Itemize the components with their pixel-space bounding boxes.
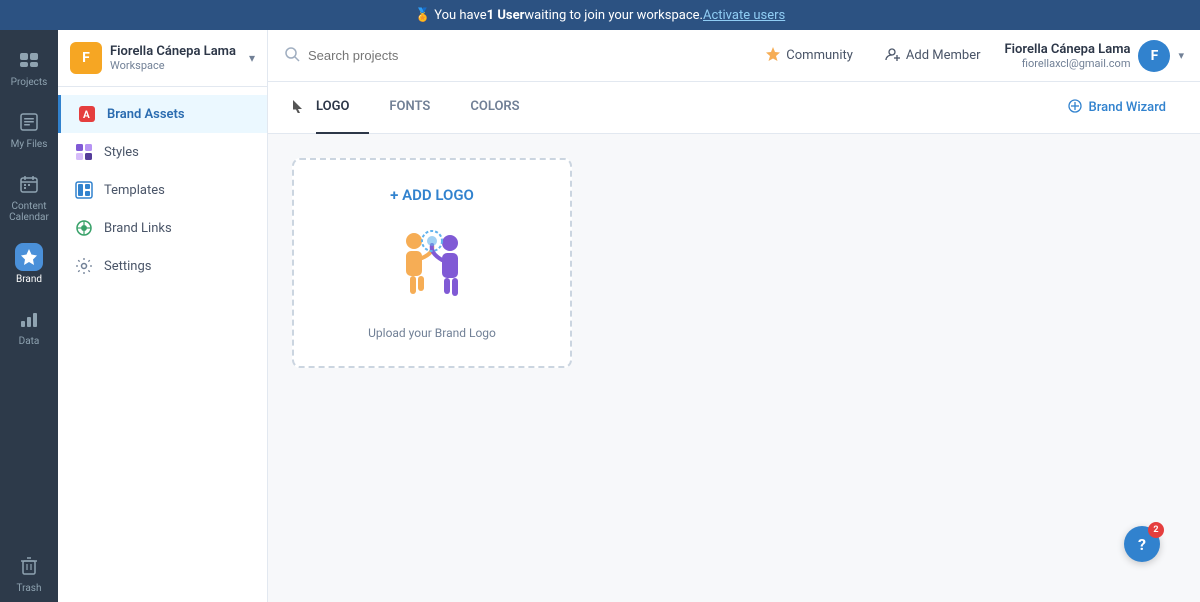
sidebar-item-my-brand[interactable]: Brand [4,235,54,293]
my-files-label: My Files [11,139,48,150]
user-info: Fiorella Cánepa Lama fiorellaxcl@gmail.c… [1005,42,1131,70]
sidebar-item-brand-links[interactable]: Brand Links [58,209,267,247]
svg-text:A: A [83,110,90,121]
top-header: Community Add Member Fi [268,30,1200,82]
settings-icon [74,256,94,276]
cursor-icon [292,99,304,117]
add-member-icon [885,46,901,66]
upload-text: Upload your Brand Logo [368,326,496,340]
header-actions: Community Add Member Fi [757,40,1184,72]
logo-upload-card[interactable]: + ADD LOGO [292,158,572,368]
user-email: fiorellaxcl@gmail.com [1005,57,1131,70]
add-member-button[interactable]: Add Member [877,41,989,71]
sidebar-item-trash[interactable]: Trash [4,544,54,602]
workspace-chevron-icon: ▾ [249,51,255,65]
templates-label: Templates [104,183,165,198]
workspace-sub: Workspace [110,59,241,72]
styles-icon [74,142,94,162]
secondary-sidebar: F Fiorella Cánepa Lama Workspace ▾ A Bra… [58,30,268,602]
search-container [284,46,745,66]
add-logo-label: + ADD LOGO [390,186,474,204]
notification-bar: 🏅 You have 1 User waiting to join your w… [0,0,1200,30]
search-icon [284,46,300,66]
brand-wizard-icon [1067,98,1083,118]
sidebar-item-styles[interactable]: Styles [58,133,267,171]
my-files-icon [15,108,43,136]
user-profile[interactable]: Fiorella Cánepa Lama fiorellaxcl@gmail.c… [1005,40,1184,72]
content-header: LOGO FONTS COLORS Brand Wizard [268,82,1200,134]
help-button-wrap: ? 2 [1144,546,1180,582]
notification-highlight: 1 User [487,8,525,23]
notification-text-after: waiting to join your workspace. [524,8,703,23]
brand-logo-illustration [382,220,482,310]
search-input[interactable] [308,48,558,63]
community-label: Community [786,48,853,63]
my-brand-label: Brand [16,274,42,285]
brand-assets-icon: A [77,104,97,124]
styles-label: Styles [104,145,139,160]
main-content: Community Add Member Fi [268,30,1200,602]
sidebar-item-content-calendar[interactable]: Content Calendar [4,162,54,231]
content-calendar-icon [15,170,43,198]
brand-links-icon [74,218,94,238]
help-badge: 2 [1148,522,1164,538]
workspace-header[interactable]: F Fiorella Cánepa Lama Workspace ▾ [58,30,267,87]
tabs: LOGO FONTS COLORS [316,82,1057,134]
community-icon [765,46,781,66]
settings-label: Settings [104,259,151,274]
sidebar-item-data[interactable]: Data [4,297,54,355]
trash-label: Trash [17,583,42,594]
sidebar-item-my-files[interactable]: My Files [4,100,54,158]
add-member-label: Add Member [906,48,981,63]
tab-colors[interactable]: COLORS [450,82,539,134]
templates-icon [74,180,94,200]
content-area: + ADD LOGO [268,134,1200,602]
notification-text: 🏅 You have [415,8,487,23]
user-name: Fiorella Cánepa Lama [1005,42,1131,57]
brand-wizard-label: Brand Wizard [1089,100,1166,115]
user-avatar: F [1138,40,1170,72]
sidebar-nav: A Brand Assets Styles [58,87,267,293]
workspace-name: Fiorella Cánepa Lama [110,44,241,59]
workspace-avatar: F [70,42,102,74]
content-calendar-label: Content Calendar [8,201,50,223]
sidebar-item-settings[interactable]: Settings [58,247,267,285]
projects-label: Projects [11,77,48,88]
brand-wizard-button[interactable]: Brand Wizard [1057,92,1176,124]
projects-icon [15,46,43,74]
tab-logo[interactable]: LOGO [316,82,369,134]
data-icon [15,305,43,333]
my-brand-icon [15,243,43,271]
tab-fonts[interactable]: FONTS [369,82,450,134]
sidebar-item-brand-assets[interactable]: A Brand Assets [58,95,267,133]
data-label: Data [19,336,40,347]
user-chevron-icon: ▾ [1178,49,1184,62]
help-label: ? [1138,535,1146,554]
brand-links-label: Brand Links [104,221,172,236]
sidebar-item-templates[interactable]: Templates [58,171,267,209]
brand-assets-label: Brand Assets [107,107,185,122]
activate-users-link[interactable]: Activate users [703,8,785,23]
workspace-info: Fiorella Cánepa Lama Workspace [110,44,241,72]
sidebar-item-projects[interactable]: Projects [4,38,54,96]
community-button[interactable]: Community [757,41,861,71]
trash-icon [15,552,43,580]
help-button[interactable]: ? 2 [1124,526,1160,562]
icon-sidebar: Projects My Files [0,30,58,602]
